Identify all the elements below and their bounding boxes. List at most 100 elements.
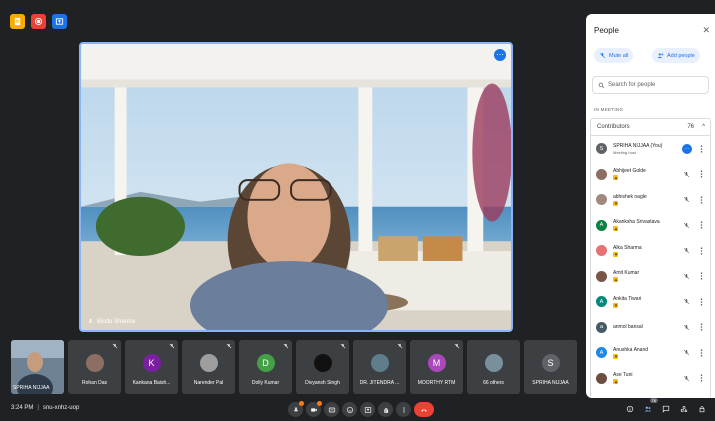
mic-off-icon[interactable]: [683, 247, 690, 254]
list-item[interactable]: abhishek nagle: [591, 187, 710, 213]
share-icon[interactable]: [52, 14, 67, 29]
participant-photo: [85, 354, 104, 372]
more-vert-icon[interactable]: [700, 196, 703, 204]
main-video-tile[interactable]: ⋯ Bindu Sharma: [79, 42, 513, 332]
hand-raised-icon: [613, 175, 618, 181]
person-text: Alka Sharma: [613, 245, 642, 257]
chat-button[interactable]: [659, 402, 673, 416]
record-icon[interactable]: [31, 14, 46, 29]
person-name: Ankita Tiwari: [613, 295, 642, 302]
more-vert-icon[interactable]: [700, 323, 703, 331]
mic-off-icon[interactable]: [683, 196, 690, 203]
person-name: SPRIHA NIJJAA (You): [613, 142, 663, 149]
list-item[interactable]: A Ankita Tiwari: [591, 289, 710, 315]
add-people-label: Add people: [667, 52, 695, 59]
host-controls-button[interactable]: [695, 402, 709, 416]
mic-off-icon[interactable]: [683, 273, 690, 280]
raise-hand-button[interactable]: [378, 402, 393, 417]
hand-raised-icon: [613, 353, 618, 359]
participant-name: Dolly Kumar: [251, 380, 280, 386]
participant-avatar: D: [256, 354, 275, 372]
contributors-header[interactable]: Contributors 76 ^: [590, 118, 711, 136]
mic-off-icon[interactable]: [683, 375, 690, 382]
participant-avatar: S: [541, 354, 560, 372]
more-vert-icon[interactable]: [700, 374, 703, 382]
list-item[interactable]: S SPRIHA NIJJAA (You) Meeting host ⋯: [591, 136, 710, 162]
mic-off-icon[interactable]: [683, 349, 690, 356]
more-vert-icon[interactable]: [700, 145, 703, 153]
list-item[interactable]: Amit Kumar: [591, 264, 710, 290]
list-item[interactable]: A Anushka Anand: [591, 340, 710, 366]
participant-tile[interactable]: K Kankana Baish...: [125, 340, 178, 394]
more-vert-icon[interactable]: [700, 170, 703, 178]
more-vert-icon[interactable]: [700, 247, 703, 255]
end-call-icon: [421, 408, 427, 412]
speaking-indicator-icon: ⋯: [682, 143, 692, 154]
list-item[interactable]: Alka Sharma: [591, 238, 710, 264]
tile-more-options-icon[interactable]: ⋯: [494, 49, 506, 61]
participant-name: MOORTHY RTM: [417, 380, 456, 386]
present-button[interactable]: [360, 402, 375, 417]
participant-tile[interactable]: M MOORTHY RTM: [410, 340, 463, 394]
more-vert-icon[interactable]: [700, 349, 703, 357]
side-controls: 76: [623, 398, 709, 416]
mic-button[interactable]: [288, 401, 304, 417]
search-placeholder: Search for people: [608, 82, 656, 88]
mic-off-icon[interactable]: [683, 222, 690, 229]
mic-off-icon[interactable]: [683, 324, 690, 331]
end-call-button[interactable]: [414, 402, 434, 417]
participant-tile[interactable]: Divyansh Singh: [296, 340, 349, 394]
hand-raised-icon: [613, 302, 618, 308]
more-vert-icon[interactable]: [700, 221, 703, 229]
list-item[interactable]: a anmol bansal: [591, 315, 710, 341]
person-text: Ase Tuni: [613, 372, 632, 385]
person-name: abhishek nagle: [613, 193, 647, 200]
person-role: Meeting host: [613, 149, 636, 155]
more-vert-icon[interactable]: [700, 298, 703, 306]
mute-all-button[interactable]: Mute all: [594, 48, 634, 63]
more-options-button[interactable]: [396, 402, 411, 417]
hand-raised-icon: [613, 200, 618, 206]
participant-tile[interactable]: S SPRIHA NIJJAA: [524, 340, 577, 394]
more-vert-icon[interactable]: [700, 272, 703, 280]
participant-tile[interactable]: DR. JITENDRA ...: [353, 340, 406, 394]
camera-button[interactable]: [306, 401, 322, 417]
list-item[interactable]: Ase Tuni: [591, 366, 710, 392]
chevron-up-icon[interactable]: ^: [702, 124, 705, 130]
group-avatar-icon: [484, 354, 503, 372]
participants-list: S SPRIHA NIJJAA (You) Meeting host ⋯ Abhijee…: [590, 136, 711, 398]
person-name: Alka Sharma: [613, 244, 642, 251]
close-icon[interactable]: ✕: [702, 25, 710, 36]
meet-window: ⋯ Bindu Sharma SPRIHA NIJJAA Rohan Das K K…: [0, 0, 715, 421]
participant-tile[interactable]: Narender Pal: [182, 340, 235, 394]
participant-photo: [370, 354, 389, 372]
participant-name: Kankana Baish...: [132, 380, 171, 386]
people-button[interactable]: 76: [641, 398, 658, 416]
people-search-input[interactable]: Search for people: [592, 76, 709, 94]
warning-badge-icon: [317, 401, 322, 406]
avatar: [596, 270, 607, 282]
emoji-button[interactable]: [342, 402, 357, 417]
avatar: S: [596, 143, 607, 155]
mic-off-icon[interactable]: [683, 298, 690, 305]
mic-off-icon[interactable]: [683, 171, 690, 178]
mic-off-icon: [112, 343, 118, 349]
add-people-button[interactable]: Add people: [652, 48, 700, 63]
list-item[interactable]: Abhijeet Golde: [591, 162, 710, 188]
speaker-name-label: Bindu Sharma: [87, 318, 135, 325]
activities-button[interactable]: [677, 402, 691, 416]
self-view-tile[interactable]: SPRIHA NIJJAA: [11, 340, 64, 394]
captions-button[interactable]: [324, 402, 339, 417]
notes-icon[interactable]: [10, 14, 25, 29]
list-item[interactable]: A Akanksha Srivastava: [591, 213, 710, 239]
participant-tile[interactable]: Rohan Das: [68, 340, 121, 394]
participant-tile[interactable]: 66 others: [467, 340, 520, 394]
avatar: A: [596, 347, 607, 359]
person-text: abhishek nagle: [613, 194, 647, 206]
hand-raised-icon: [613, 379, 618, 385]
participant-tile[interactable]: D Dolly Kumar: [239, 340, 292, 394]
avatar: [596, 372, 607, 384]
meeting-details-button[interactable]: [623, 402, 637, 416]
speaker-video: [81, 44, 511, 330]
lock-icon: [699, 406, 705, 413]
